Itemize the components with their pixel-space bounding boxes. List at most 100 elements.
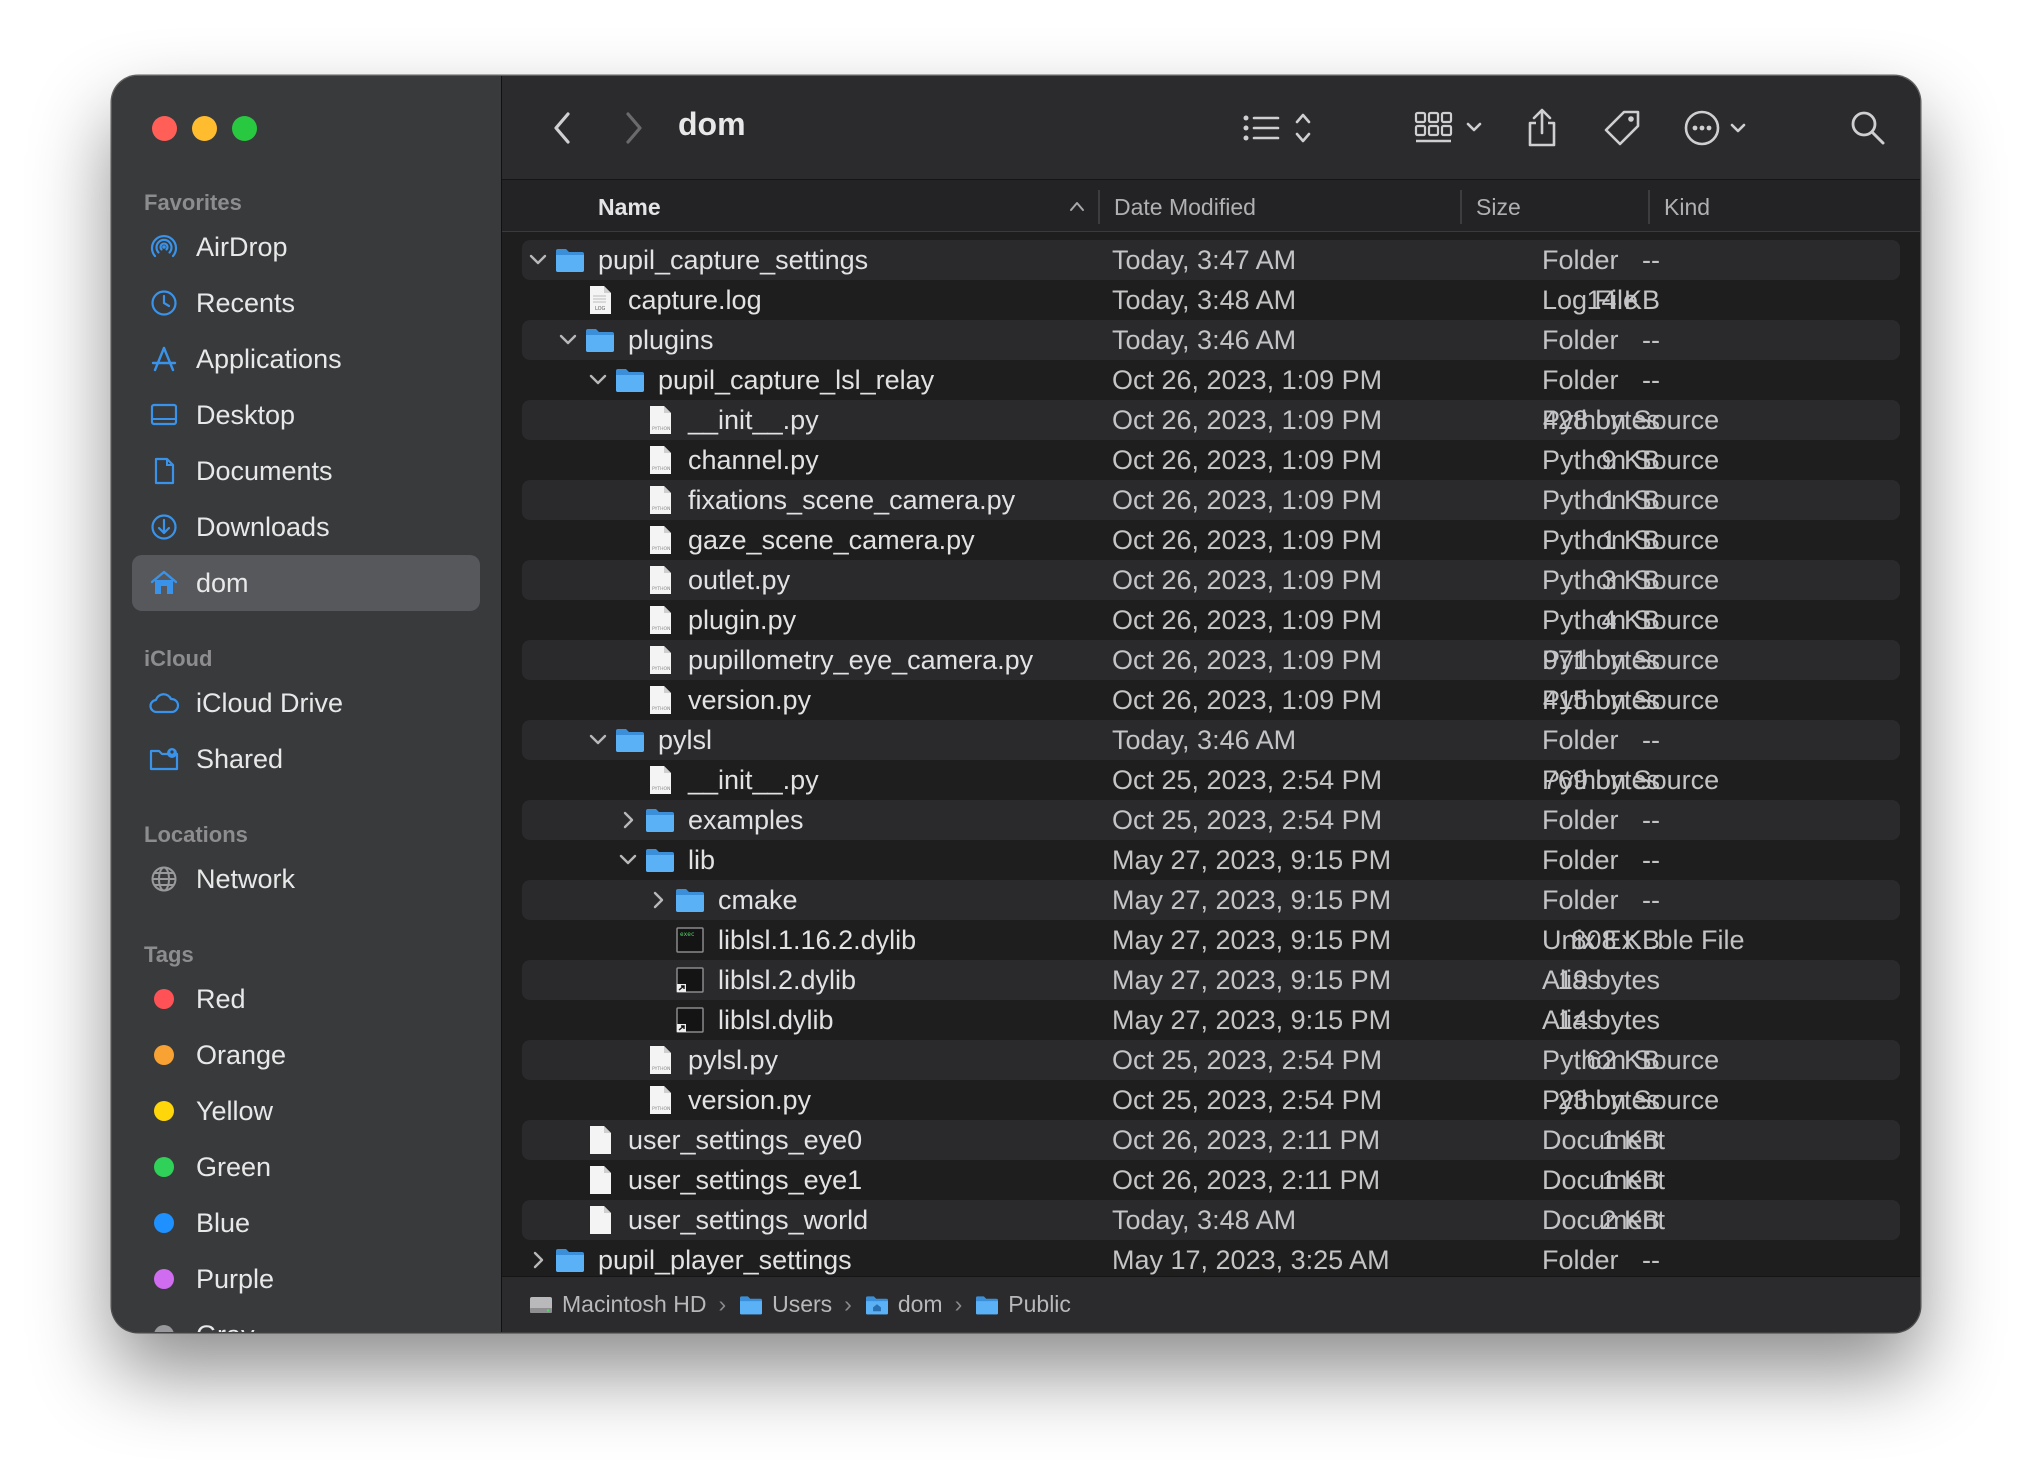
sidebar-item-gray[interactable]: Gray (132, 1307, 480, 1332)
column-name[interactable]: Name (598, 194, 661, 221)
sidebar-item-purple[interactable]: Purple (132, 1251, 480, 1307)
file-kind: Python Source (1542, 1085, 1720, 1115)
file-row[interactable]: PYTHON gaze_scene_camera.py Oct 26, 2023, … (522, 520, 1900, 560)
column-divider[interactable] (1648, 190, 1650, 224)
folder-icon (616, 369, 644, 392)
sort-ascending-icon[interactable] (1068, 200, 1086, 212)
tag-button[interactable] (1600, 104, 1644, 152)
file-row[interactable]: PYTHON plugin.py Oct 26, 2023, 1:09 PM 4 KB… (522, 600, 1900, 640)
file-icon: PYTHON (644, 484, 676, 516)
file-row[interactable]: user_settings_eye1 Oct 26, 2023, 2:11 PM 1… (522, 1160, 1900, 1200)
tag-color-dot-icon (154, 1269, 174, 1289)
file-date-modified: Today, 3:48 AM (1112, 285, 1297, 315)
folder-row[interactable]: pupil_player_settings May 17, 2023, 3:25 … (522, 1240, 1900, 1280)
view-options-button[interactable] (1242, 104, 1322, 152)
file-row[interactable]: PYTHON version.py Oct 26, 2023, 1:09 PM 415… (522, 680, 1900, 720)
column-date-modified[interactable]: Date Modified (1114, 194, 1256, 221)
file-row[interactable]: PYTHON version.py Oct 25, 2023, 2:54 PM 23 … (522, 1080, 1900, 1120)
sidebar-item-green[interactable]: Green (132, 1139, 480, 1195)
path-segment[interactable]: Public (974, 1291, 1071, 1318)
disclosure-triangle[interactable] (586, 728, 610, 752)
file-row[interactable]: liblsl.2.dylib May 27, 2023, 9:15 PM 19 by… (522, 960, 1900, 1000)
folder-row[interactable]: pupil_capture_settings Today, 3:47 AM -- Fo… (522, 240, 1900, 280)
file-name: pylsl.py (688, 1045, 779, 1075)
svg-text:PYTHON: PYTHON (652, 706, 670, 712)
shared-folder-icon (148, 743, 180, 775)
file-icon (584, 1164, 616, 1196)
sidebar-item-dom[interactable]: dom (132, 555, 480, 611)
disclosure-triangle[interactable] (616, 808, 640, 832)
disclosure-closed-icon (653, 891, 664, 909)
disclosure-triangle[interactable] (586, 368, 610, 392)
file-row[interactable]: PYTHON __init__.py Oct 25, 2023, 2:54 PM 76… (522, 760, 1900, 800)
sidebar-item-yellow[interactable]: Yellow (132, 1083, 480, 1139)
column-divider[interactable] (1460, 190, 1462, 224)
share-button[interactable] (1522, 104, 1562, 152)
sidebar-item-airdrop[interactable]: AirDrop (132, 219, 480, 275)
disclosure-triangle[interactable] (526, 1248, 550, 1272)
sidebar-item-red[interactable]: Red (132, 971, 480, 1027)
sidebar-item-icloud-drive[interactable]: iCloud Drive (132, 675, 480, 731)
file-icon: PYTHON (644, 1084, 676, 1116)
folder-row[interactable]: pylsl Today, 3:46 AM -- Folder (522, 720, 1900, 760)
file-row[interactable]: PYTHON outlet.py Oct 26, 2023, 1:09 PM 3 KB… (522, 560, 1900, 600)
column-size[interactable]: Size (1476, 194, 1521, 221)
disclosure-triangle[interactable] (616, 848, 640, 872)
file-row[interactable]: user_settings_world Today, 3:48 AM 2 KB Doc… (522, 1200, 1900, 1240)
sidebar-item-recents[interactable]: Recents (132, 275, 480, 331)
search-button[interactable] (1846, 104, 1890, 152)
path-segment[interactable]: dom (864, 1291, 943, 1318)
applications-icon (148, 343, 180, 375)
svg-text:PYTHON: PYTHON (652, 626, 670, 632)
folder-row[interactable]: plugins Today, 3:46 AM -- Folder (522, 320, 1900, 360)
file-row[interactable]: user_settings_eye0 Oct 26, 2023, 2:11 PM 1… (522, 1120, 1900, 1160)
file-row[interactable]: LOG capture.log Today, 3:48 AM 14 KB Log Fil… (522, 280, 1900, 320)
sidebar-item-applications[interactable]: Applications (132, 331, 480, 387)
sidebar-item-desktop[interactable]: Desktop (132, 387, 480, 443)
disclosure-triangle[interactable] (646, 888, 670, 912)
sidebar-item-orange[interactable]: Orange (132, 1027, 480, 1083)
file-row[interactable]: PYTHON fixations_scene_camera.py Oct 26, 2… (522, 480, 1900, 520)
file-row[interactable]: PYTHON __init__.py Oct 26, 2023, 1:09 PM 42… (522, 400, 1900, 440)
file-size: -- (1642, 325, 1660, 355)
file-icon: PYTHON (644, 444, 676, 476)
hard-drive-icon (530, 1296, 552, 1313)
file-row[interactable]: liblsl.dylib May 27, 2023, 9:15 PM 14 byte… (522, 1000, 1900, 1040)
forward-button[interactable] (614, 104, 654, 152)
folder-row[interactable]: cmake May 27, 2023, 9:15 PM -- Folder (522, 880, 1900, 920)
back-button[interactable] (542, 104, 582, 152)
file-name: examples (688, 805, 804, 835)
more-actions-button[interactable] (1682, 104, 1762, 152)
folder-row[interactable]: pupil_capture_lsl_relay Oct 26, 2023, 1:0… (522, 360, 1900, 400)
path-segment[interactable]: Users (738, 1291, 832, 1318)
file-kind: Folder (1542, 245, 1619, 275)
minimize-button[interactable] (192, 116, 217, 141)
file-kind: Python Source (1542, 645, 1720, 675)
group-button[interactable] (1412, 104, 1492, 152)
path-segment-label: dom (897, 1291, 943, 1317)
folder-row[interactable]: examples Oct 25, 2023, 2:54 PM -- Folder (522, 800, 1900, 840)
disclosure-triangle[interactable] (526, 248, 550, 272)
file-size: -- (1642, 845, 1660, 875)
sidebar-item-documents[interactable]: Documents (132, 443, 480, 499)
path-segment[interactable]: Macintosh HD (528, 1291, 706, 1318)
file-row[interactable]: PYTHON channel.py Oct 26, 2023, 1:09 PM 9 K… (522, 440, 1900, 480)
file-kind: Python Source (1542, 525, 1720, 555)
column-divider[interactable] (1098, 190, 1100, 224)
disclosure-closed-icon (623, 811, 634, 829)
file-row[interactable]: PYTHON pylsl.py Oct 25, 2023, 2:54 PM 62 KB… (522, 1040, 1900, 1080)
file-row[interactable]: PYTHON pupillometry_eye_camera.py Oct 26, … (522, 640, 1900, 680)
sidebar-item-network[interactable]: Network (132, 851, 480, 907)
sidebar-item-downloads[interactable]: Downloads (132, 499, 480, 555)
sidebar-item-shared[interactable]: Shared (132, 731, 480, 787)
file-icon (614, 724, 646, 756)
zoom-button[interactable] (232, 116, 257, 141)
disclosure-triangle[interactable] (556, 328, 580, 352)
column-kind[interactable]: Kind (1664, 194, 1710, 221)
sidebar-item-blue[interactable]: Blue (132, 1195, 480, 1251)
folder-row[interactable]: lib May 27, 2023, 9:15 PM -- Folder (522, 840, 1900, 880)
close-button[interactable] (152, 116, 177, 141)
file-date-modified: May 27, 2023, 9:15 PM (1112, 925, 1392, 955)
file-row[interactable]: exec liblsl.1.16.2.dylib May 27, 2023, 9:1… (522, 920, 1900, 960)
file-name: fixations_scene_camera.py (688, 485, 1016, 515)
